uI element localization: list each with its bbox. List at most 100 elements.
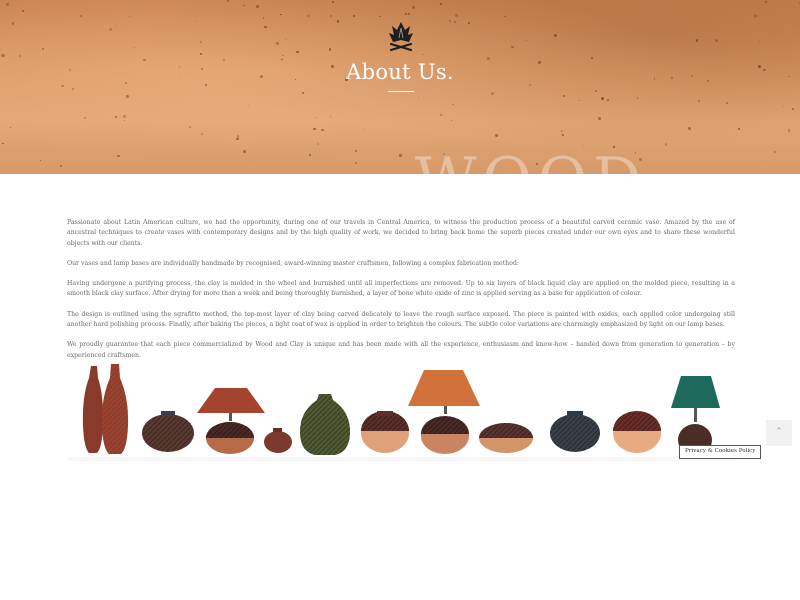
texture-speck — [201, 132, 204, 135]
texture-speck — [405, 13, 408, 16]
table-lamp — [197, 388, 265, 454]
texture-speck — [688, 127, 692, 131]
texture-speck — [123, 120, 125, 122]
texture-speck — [579, 100, 581, 102]
texture-speck — [2, 143, 4, 145]
texture-speck — [264, 26, 267, 29]
peach-vase — [613, 411, 661, 453]
scroll-top-button[interactable]: ˄ — [766, 420, 792, 446]
texture-speck — [664, 143, 667, 146]
texture-speck — [117, 154, 120, 158]
table-lamp — [408, 370, 480, 454]
texture-speck — [355, 150, 358, 153]
page-title: About Us. — [346, 60, 454, 84]
texture-speck — [468, 22, 470, 24]
texture-speck — [337, 20, 340, 23]
texture-speck — [255, 4, 259, 8]
texture-speck — [791, 107, 795, 111]
texture-speck — [242, 150, 246, 154]
texture-speck — [562, 94, 565, 97]
texture-speck — [329, 115, 331, 117]
texture-speck — [491, 91, 495, 95]
texture-speck — [355, 162, 357, 164]
texture-speck — [314, 116, 317, 119]
texture-speck — [453, 21, 456, 24]
texture-speck — [11, 22, 15, 25]
texture-speck — [451, 120, 453, 122]
texture-speck — [511, 45, 514, 49]
texture-speck — [411, 5, 415, 10]
texture-speck — [60, 165, 63, 168]
about-paragraph-2: Our vases and lamp bases are individuall… — [67, 259, 519, 267]
texture-speck — [317, 142, 320, 146]
texture-speck — [126, 95, 129, 98]
products-illustration — [67, 364, 735, 461]
round-vase — [142, 411, 194, 452]
texture-speck — [83, 116, 86, 119]
texture-speck — [329, 14, 333, 18]
title-underline — [388, 91, 414, 92]
texture-speck — [758, 40, 761, 43]
texture-speck — [1, 53, 5, 57]
texture-speck — [307, 14, 310, 18]
texture-speck — [196, 20, 198, 22]
texture-speck — [22, 10, 24, 13]
texture-speck — [29, 13, 32, 16]
texture-speck — [606, 99, 609, 102]
texture-speck — [205, 84, 207, 86]
texture-speck — [697, 99, 700, 102]
texture-speck — [61, 84, 64, 88]
about-paragraph-1: Passionate about Latin American culture,… — [67, 219, 735, 247]
texture-speck — [262, 17, 264, 19]
texture-speck — [243, 5, 245, 7]
bowl-vase — [361, 411, 409, 453]
texture-speck — [526, 39, 528, 41]
texture-speck — [72, 88, 75, 91]
about-paragraph-3: Having undergone a purifying process, th… — [67, 280, 735, 298]
texture-speck — [301, 91, 304, 94]
privacy-cookies-link[interactable]: Privacy & Cookies Policy — [679, 445, 762, 459]
texture-speck — [79, 15, 82, 18]
texture-speck — [714, 38, 718, 43]
texture-speck — [399, 154, 402, 157]
texture-speck — [636, 97, 639, 99]
texture-speck — [189, 126, 191, 128]
small-vase — [264, 428, 292, 453]
about-paragraph-4: The design is outlined using the sgrafit… — [67, 310, 735, 329]
texture-speck — [695, 39, 699, 42]
texture-speck — [454, 14, 458, 18]
texture-speck — [133, 46, 136, 49]
texture-speck — [594, 89, 598, 93]
texture-speck — [284, 39, 286, 41]
texture-speck — [313, 127, 316, 131]
texture-speck — [331, 1, 334, 4]
texture-speck — [554, 34, 558, 37]
texture-speck — [737, 128, 740, 130]
table-lamp — [671, 376, 720, 456]
texture-speck — [773, 150, 776, 153]
texture-speck — [504, 15, 507, 18]
texture-speck — [6, 3, 9, 6]
texture-speck — [115, 25, 117, 27]
texture-speck — [782, 105, 784, 107]
crossed-wood-logo-icon — [389, 22, 413, 52]
about-text: Passionate about Latin American culture,… — [67, 218, 735, 371]
texture-speck — [495, 134, 499, 138]
texture-speck — [726, 101, 728, 104]
texture-speck — [600, 96, 604, 100]
texture-speck — [452, 103, 454, 106]
texture-speck — [40, 159, 42, 162]
ceramic-vases-and-lamps-image — [67, 356, 735, 461]
texture-speck — [109, 27, 113, 31]
texture-speck — [440, 114, 443, 117]
texture-speck — [560, 130, 563, 133]
texture-speck — [408, 13, 410, 16]
texture-speck — [199, 52, 202, 55]
green-vase — [299, 394, 351, 455]
texture-speck — [754, 15, 757, 18]
texture-speck — [282, 54, 284, 57]
dark-vase — [550, 411, 600, 452]
texture-speck — [704, 14, 707, 16]
texture-speck — [236, 137, 239, 140]
texture-speck — [41, 47, 44, 50]
